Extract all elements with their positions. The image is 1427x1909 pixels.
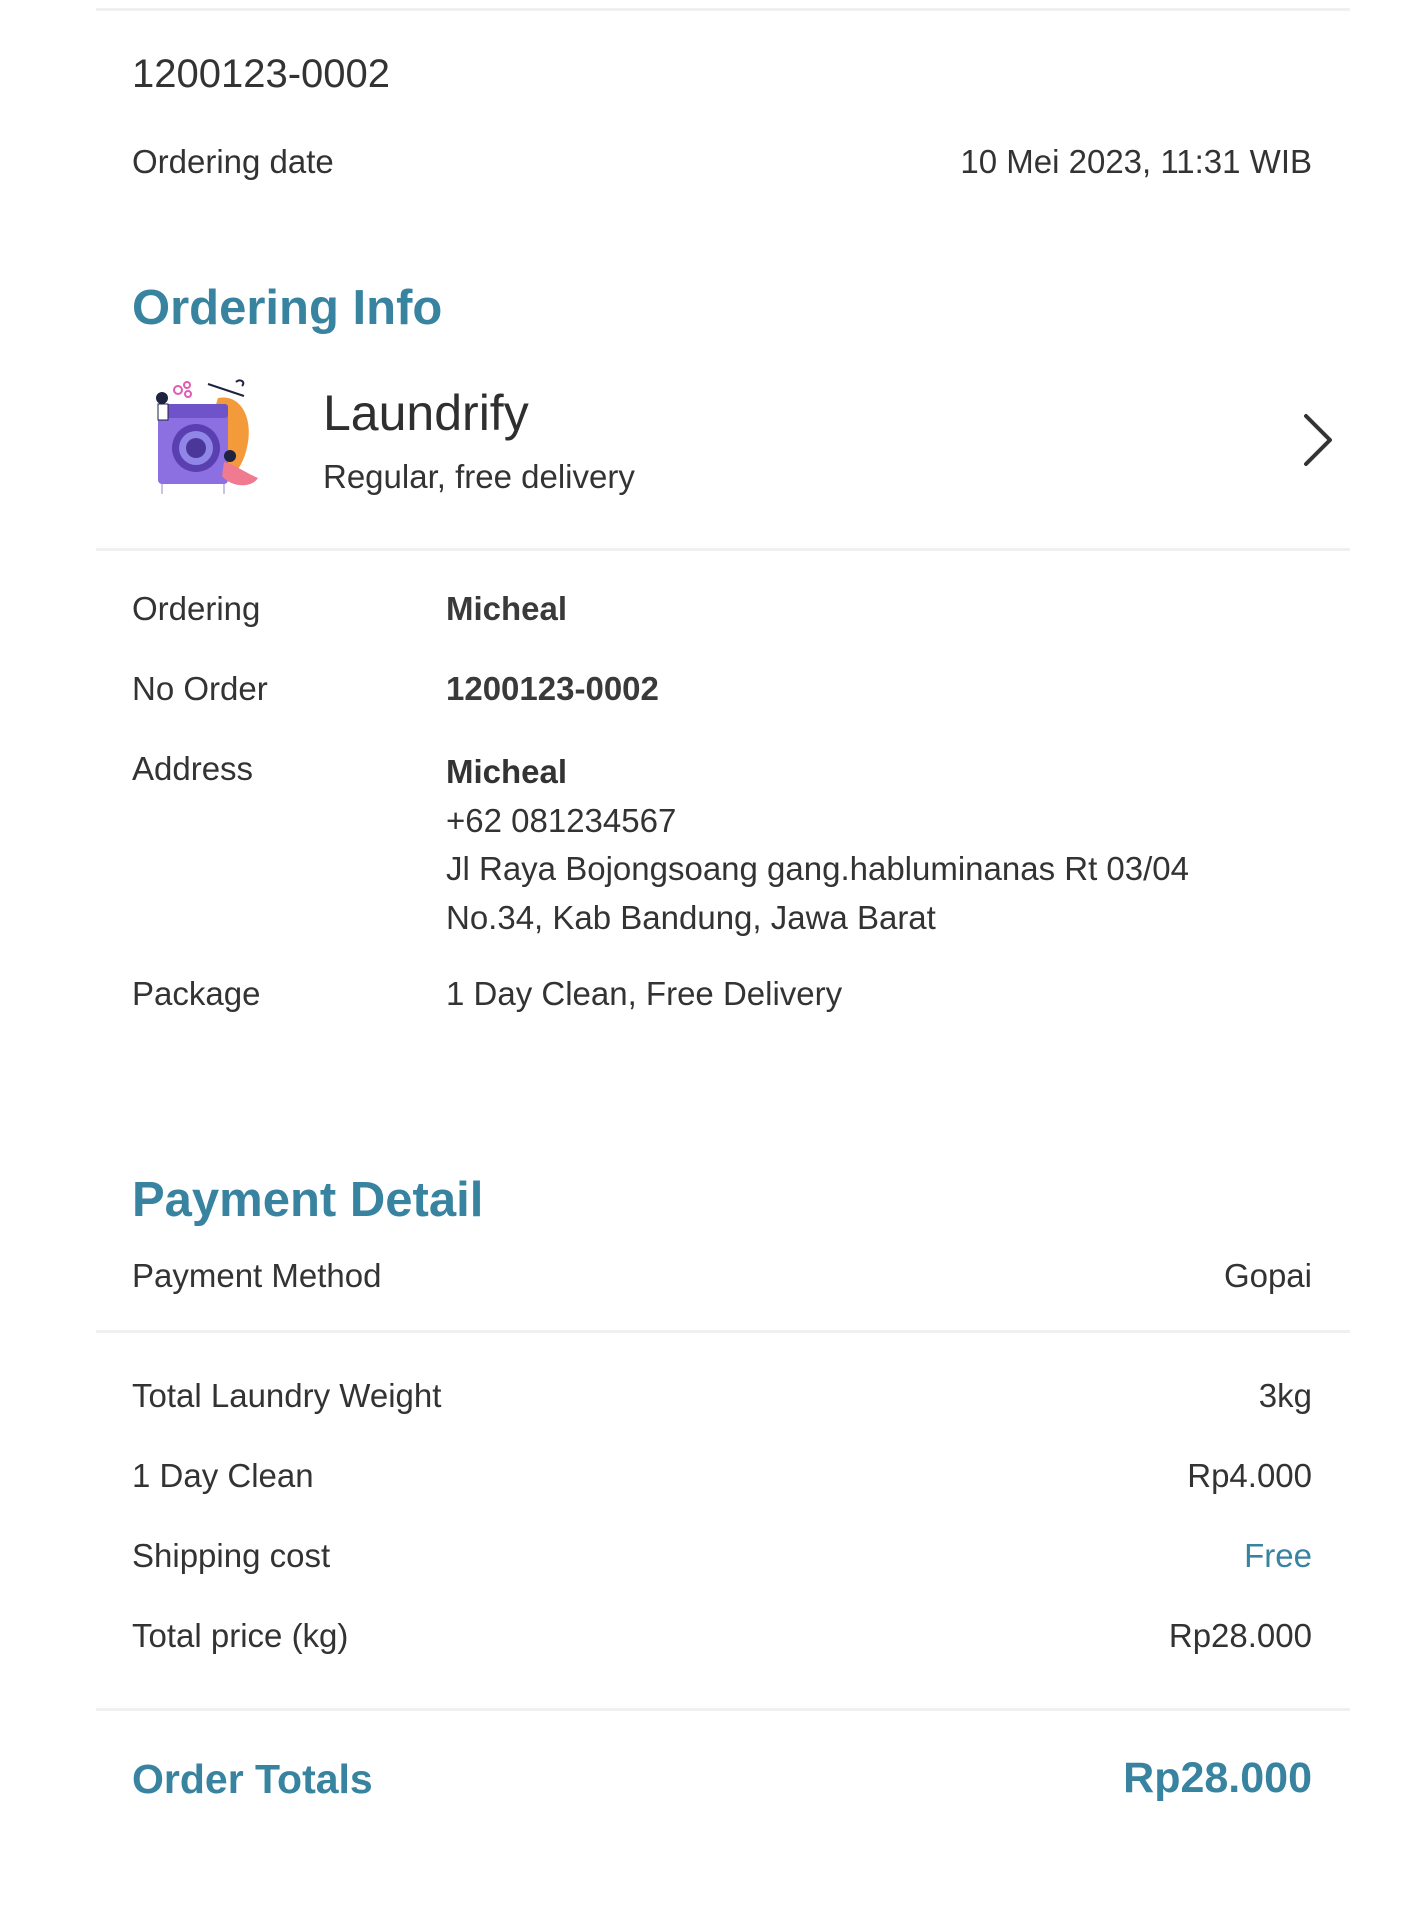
laundry-illustration-icon xyxy=(156,379,258,494)
package-label: Package xyxy=(132,975,261,1012)
ordering-info-title: Ordering Info xyxy=(132,281,443,335)
no-order-label: No Order xyxy=(132,670,268,707)
shipping-label: Shipping cost xyxy=(132,1537,331,1574)
address-block: Micheal +62 081234567 Jl Raya Bojongsoan… xyxy=(446,748,1189,942)
order-totals-value: Rp28.000 xyxy=(1123,1754,1312,1802)
order-totals-label: Order Totals xyxy=(132,1756,373,1802)
address-label: Address xyxy=(132,750,254,787)
package-value: 1 Day Clean, Free Delivery xyxy=(446,975,843,1012)
clean-value: Rp4.000 xyxy=(1187,1457,1312,1494)
top-divider xyxy=(96,8,1350,11)
payment-method-label: Payment Method xyxy=(132,1257,382,1294)
total-price-label: Total price (kg) xyxy=(132,1617,349,1654)
address-phone: +62 081234567 xyxy=(446,801,677,839)
totals-divider xyxy=(96,1708,1350,1711)
ordering-date-label: Ordering date xyxy=(132,143,334,180)
payment-method-value: Gopai xyxy=(1223,1257,1312,1294)
ordering-info-divider xyxy=(96,548,1350,551)
provider-subtitle: Regular, free delivery xyxy=(323,458,635,495)
ordering-label: Ordering xyxy=(132,590,261,627)
weight-value: 3kg xyxy=(1258,1377,1312,1414)
chevron-right-icon[interactable] xyxy=(1298,412,1338,468)
address-name: Micheal xyxy=(446,753,568,790)
weight-label: Total Laundry Weight xyxy=(132,1377,442,1414)
address-line-2: No.34, Kab Bandung, Jawa Barat xyxy=(446,898,936,936)
ordering-value: Micheal xyxy=(446,590,568,627)
clean-label: 1 Day Clean xyxy=(132,1457,314,1494)
provider-name: Laundrify xyxy=(323,385,529,441)
address-line-1: Jl Raya Bojongsoang gang.habluminanas Rt… xyxy=(446,850,1190,887)
shipping-value: Free xyxy=(1244,1537,1312,1574)
order-code: 1200123-0002 xyxy=(132,52,391,96)
payment-detail-title: Payment Detail xyxy=(132,1173,484,1227)
ordering-date-value: 10 Mei 2023, 11:31 WIB xyxy=(960,143,1312,180)
provider-card[interactable]: Laundrify Regular, free delivery xyxy=(96,370,1350,510)
payment-method-divider xyxy=(96,1330,1350,1333)
order-detail-page: 1200123-0002 Ordering date 10 Mei 2023, … xyxy=(0,0,1427,1909)
no-order-value: 1200123-0002 xyxy=(446,670,659,707)
total-price-value: Rp28.000 xyxy=(1168,1617,1312,1654)
